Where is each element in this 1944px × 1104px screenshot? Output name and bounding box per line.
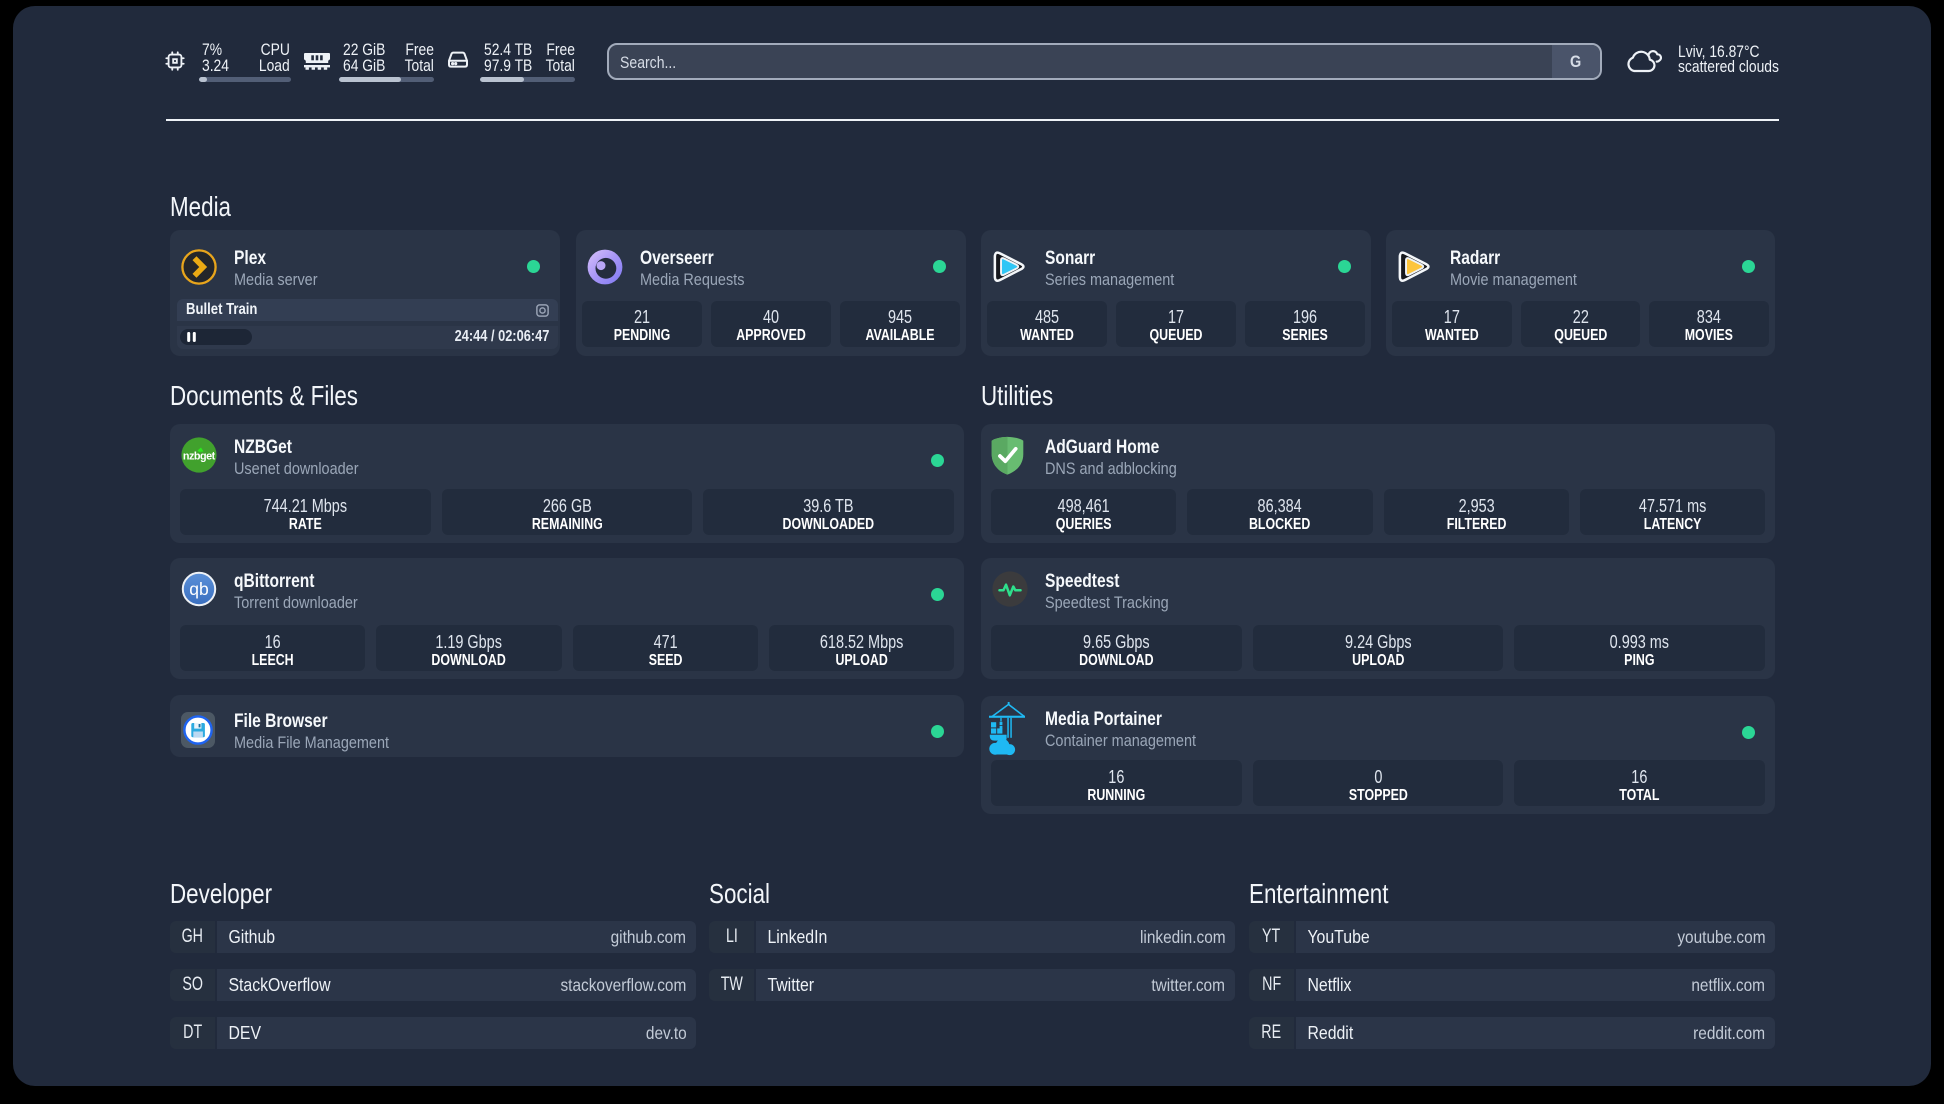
svg-text:qb: qb xyxy=(189,579,208,599)
svg-text:nzbget: nzbget xyxy=(183,451,216,463)
